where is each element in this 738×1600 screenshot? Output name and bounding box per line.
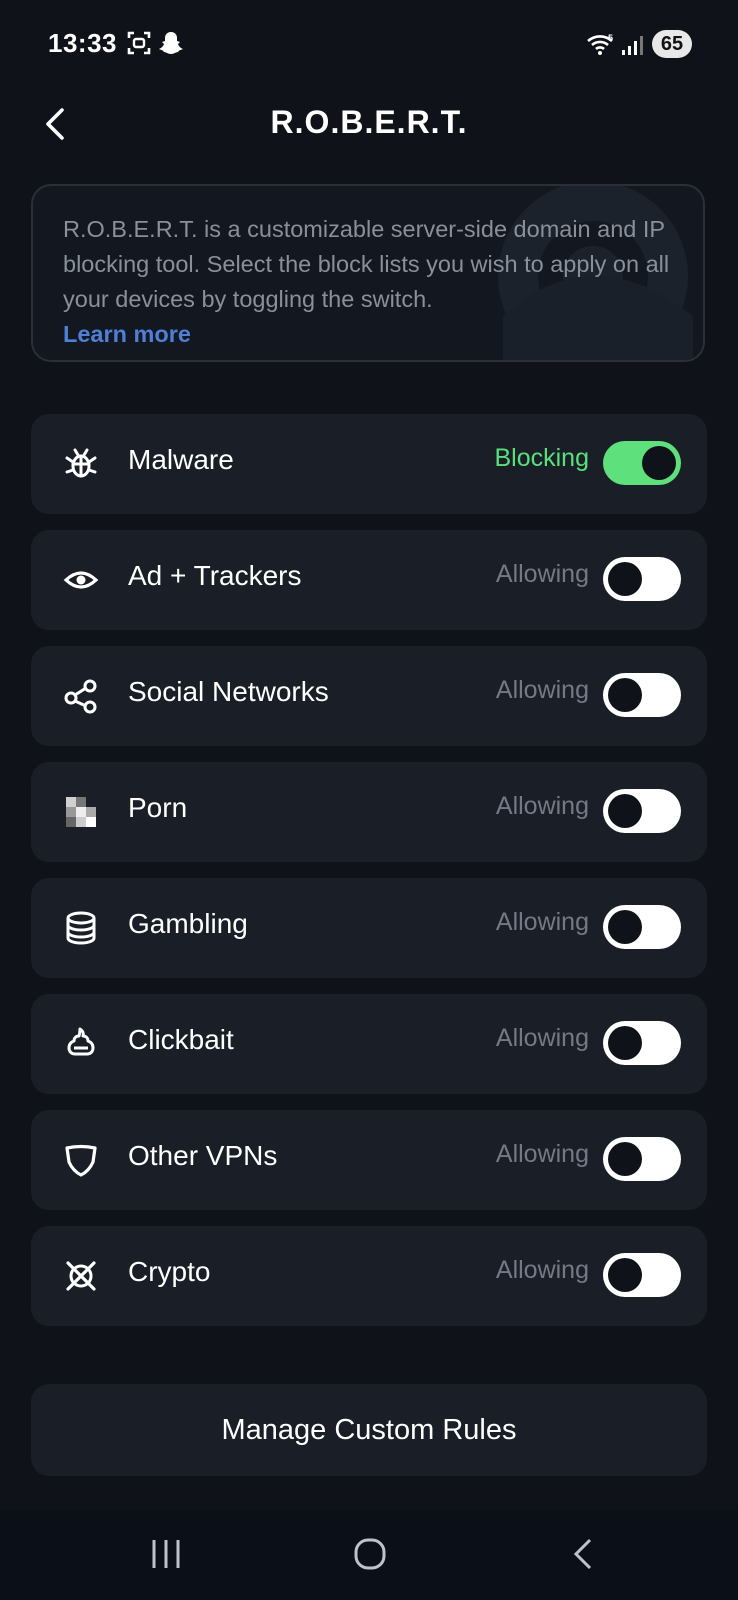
row-label: Porn: [128, 792, 188, 823]
toggle-switch[interactable]: [603, 557, 681, 601]
share-nodes-icon: [64, 679, 97, 714]
back-nav-icon[interactable]: [566, 1536, 602, 1572]
list-row-social-networks: Social Networks Allowing: [31, 646, 707, 746]
recent-apps-icon[interactable]: [148, 1536, 184, 1572]
row-status: Allowing: [495, 1024, 589, 1052]
list-row-ad-trackers: Ad + Trackers Allowing: [31, 530, 707, 630]
list-row-porn: Porn Allowing: [31, 762, 707, 862]
list-row-clickbait: Clickbait Allowing: [31, 994, 707, 1094]
status-bar: 13:33 5 65: [0, 0, 738, 90]
row-label: Crypto: [128, 1256, 211, 1287]
pixelated-icon: [66, 797, 96, 827]
row-label: Social Networks: [128, 676, 329, 707]
info-description: R.O.B.E.R.T. is a customizable server-si…: [63, 212, 683, 352]
toggle-switch[interactable]: [603, 673, 681, 717]
row-status: Allowing: [495, 560, 589, 588]
wifi-icon: 5: [587, 33, 613, 55]
chip-stack-icon: [66, 911, 96, 945]
learn-more-link[interactable]: Learn more: [63, 317, 683, 352]
list-row-crypto: Crypto Allowing: [31, 1226, 707, 1326]
signal-icon: [622, 36, 643, 55]
home-icon[interactable]: [352, 1536, 388, 1572]
list-row-other-vpns: Other VPNs Allowing: [31, 1110, 707, 1210]
svg-text:5: 5: [608, 33, 613, 43]
toggle-switch[interactable]: [603, 789, 681, 833]
row-status: Allowing: [495, 1256, 589, 1284]
info-text: R.O.B.E.R.T. is a customizable server-si…: [63, 216, 670, 312]
row-status: Allowing: [495, 1140, 589, 1168]
page-title: R.O.B.E.R.T.: [270, 104, 468, 140]
toggle-switch[interactable]: [603, 1137, 681, 1181]
system-nav-bar: [0, 1510, 738, 1600]
toggle-switch[interactable]: [603, 441, 681, 485]
row-label: Malware: [128, 444, 234, 475]
manage-custom-rules-button[interactable]: Manage Custom Rules: [31, 1384, 707, 1476]
status-time: 13:33: [48, 28, 117, 58]
row-status: Allowing: [495, 792, 589, 820]
bug-icon: [65, 448, 97, 478]
row-label: Gambling: [128, 908, 248, 939]
crypto-icon: [66, 1261, 96, 1291]
row-label: Clickbait: [128, 1024, 234, 1055]
row-status: Allowing: [495, 908, 589, 936]
toggle-switch[interactable]: [603, 1021, 681, 1065]
battery-indicator: 65: [652, 30, 692, 58]
row-status: Blocking: [494, 444, 590, 472]
list-row-malware: Malware Blocking: [31, 414, 707, 514]
row-label: Ad + Trackers: [128, 560, 302, 591]
toggle-switch[interactable]: [603, 905, 681, 949]
row-label: Other VPNs: [128, 1140, 278, 1171]
toggle-switch[interactable]: [603, 1253, 681, 1297]
row-status: Allowing: [495, 676, 589, 704]
poop-icon: [67, 1027, 95, 1056]
snapchat-icon: [159, 32, 183, 54]
shield-icon: [65, 1144, 97, 1177]
screenshot-icon: [127, 31, 151, 55]
list-row-gambling: Gambling Allowing: [31, 878, 707, 978]
info-card: R.O.B.E.R.T. is a customizable server-si…: [31, 184, 705, 362]
eye-icon: [63, 571, 99, 589]
